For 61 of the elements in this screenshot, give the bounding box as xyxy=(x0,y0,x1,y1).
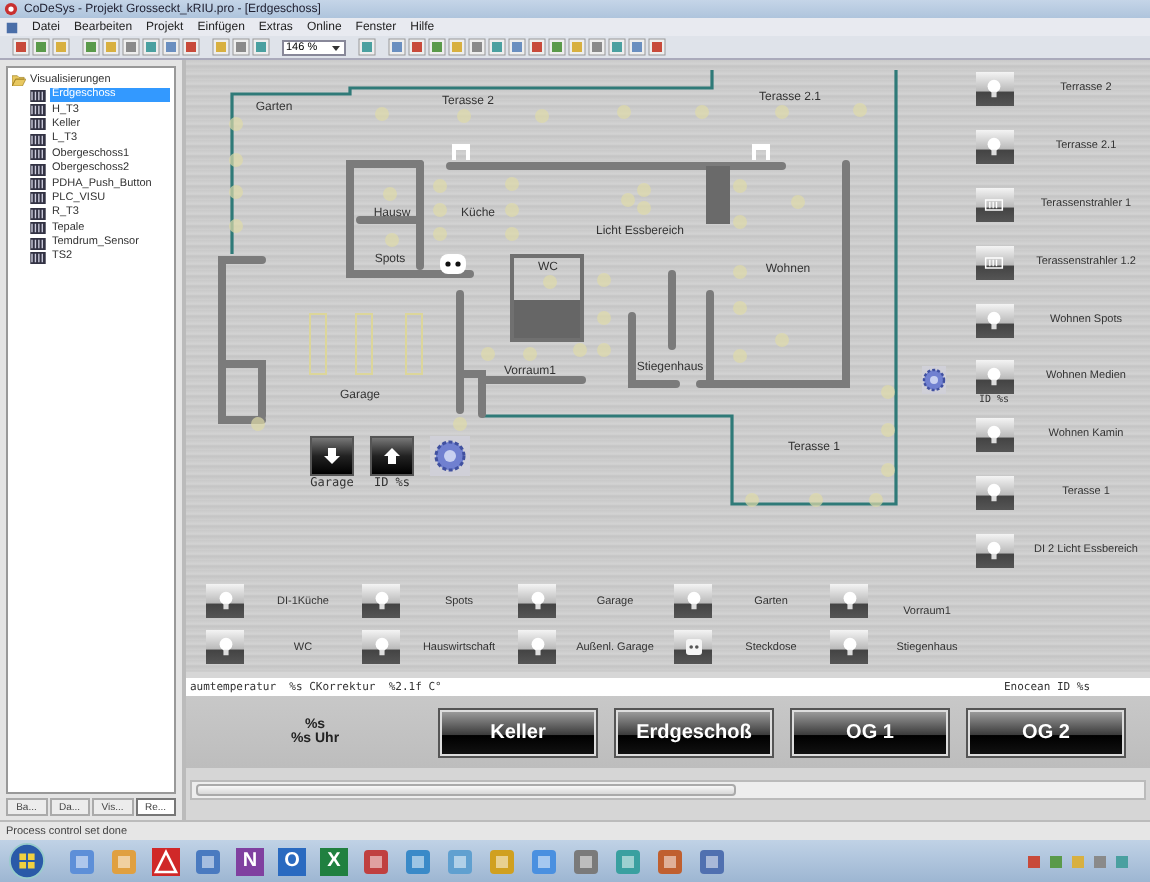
floor-button[interactable]: OG 1 xyxy=(792,709,948,755)
horizontal-scrollbar[interactable] xyxy=(190,780,1146,800)
door-icon xyxy=(752,144,770,160)
lamp-button[interactable] xyxy=(975,129,1013,164)
bulb-icon xyxy=(984,78,1004,100)
floor-button[interactable]: Keller xyxy=(440,709,596,755)
socket-icon xyxy=(683,636,703,658)
arrow-button[interactable] xyxy=(310,436,354,476)
bulb-icon xyxy=(984,424,1004,447)
lamp-button[interactable] xyxy=(830,584,868,618)
bulb-icon xyxy=(984,540,1004,563)
lamp-button[interactable] xyxy=(206,584,244,618)
lamp-button[interactable] xyxy=(975,303,1013,338)
bulb-icon xyxy=(984,309,1004,332)
document-icon xyxy=(6,21,18,33)
floor-button[interactable]: Erdgeschoß xyxy=(616,709,772,755)
gear-icon[interactable] xyxy=(430,436,470,476)
floor-button[interactable]: OG 2 xyxy=(968,709,1124,755)
arrow-down-icon xyxy=(322,446,342,466)
bulb-icon xyxy=(371,590,391,612)
dropdown-arrow-icon xyxy=(330,41,342,53)
bulb-icon xyxy=(215,636,235,658)
heater-icon xyxy=(984,193,1004,216)
lamp-button[interactable] xyxy=(975,72,1013,106)
taskbar-app[interactable] xyxy=(148,843,184,879)
lamp-button[interactable] xyxy=(830,630,868,664)
bulb-icon xyxy=(839,636,859,658)
gear-icon[interactable] xyxy=(922,366,946,394)
taskbar-app[interactable]: X xyxy=(316,843,352,879)
socket-icon xyxy=(440,254,466,274)
arrow-up-icon xyxy=(382,446,402,466)
bulb-icon xyxy=(984,482,1004,505)
lamp-button[interactable] xyxy=(975,418,1013,453)
lamp-button[interactable] xyxy=(674,584,712,618)
bulb-icon xyxy=(683,590,703,612)
heater-button[interactable] xyxy=(975,187,1013,222)
heater-icon xyxy=(984,251,1004,274)
lamp-button[interactable] xyxy=(362,584,400,618)
lamp-button[interactable] xyxy=(206,630,244,664)
arrow-button[interactable] xyxy=(370,436,414,476)
lamp-button[interactable] xyxy=(975,534,1013,569)
start-button[interactable] xyxy=(8,842,46,880)
bulb-icon xyxy=(984,135,1004,158)
taskbar-app[interactable]: O xyxy=(274,843,310,879)
scrollbar-thumb[interactable] xyxy=(196,784,736,796)
bulb-icon xyxy=(371,636,391,658)
bulb-icon xyxy=(839,590,859,612)
lamp-button[interactable] xyxy=(362,630,400,664)
bulb-icon xyxy=(527,590,547,612)
app-icon xyxy=(4,2,18,16)
lamp-button[interactable] xyxy=(975,476,1013,511)
taskbar-app[interactable]: N xyxy=(232,843,268,879)
bulb-icon xyxy=(527,636,547,658)
socket-button[interactable] xyxy=(674,630,712,664)
lamp-button[interactable] xyxy=(975,360,1013,395)
lamp-button[interactable] xyxy=(518,630,556,664)
bulb-icon xyxy=(984,366,1004,389)
bulb-icon xyxy=(215,590,235,612)
lamp-button[interactable] xyxy=(518,584,556,618)
heater-button[interactable] xyxy=(975,245,1013,280)
door-icon xyxy=(452,144,470,160)
